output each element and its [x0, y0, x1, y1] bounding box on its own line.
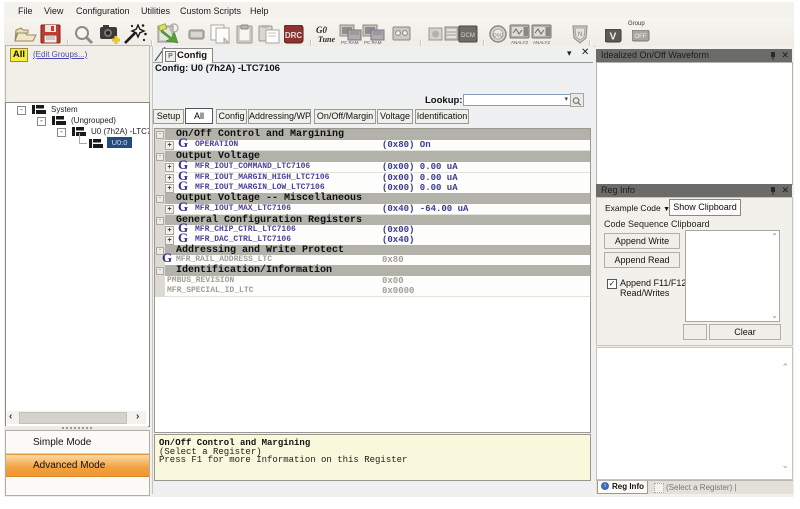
svg-text:V: V [610, 32, 617, 43]
svg-text:OSC: OSC [493, 33, 504, 38]
svg-text:N: N [578, 32, 582, 38]
svg-text:Tune: Tune [318, 35, 335, 44]
svg-text:DCM: DCM [461, 33, 475, 39]
svg-text:DRC: DRC [285, 31, 303, 40]
svg-text:G0: G0 [316, 25, 327, 35]
svg-text:ANALYZ: ANALYZ [533, 40, 550, 45]
svg-text:ANALYZ: ANALYZ [511, 40, 528, 45]
svg-text:OFF: OFF [635, 34, 647, 40]
svg-text:PC RAM: PC RAM [364, 40, 382, 45]
svg-text:PC RAM: PC RAM [341, 40, 359, 45]
